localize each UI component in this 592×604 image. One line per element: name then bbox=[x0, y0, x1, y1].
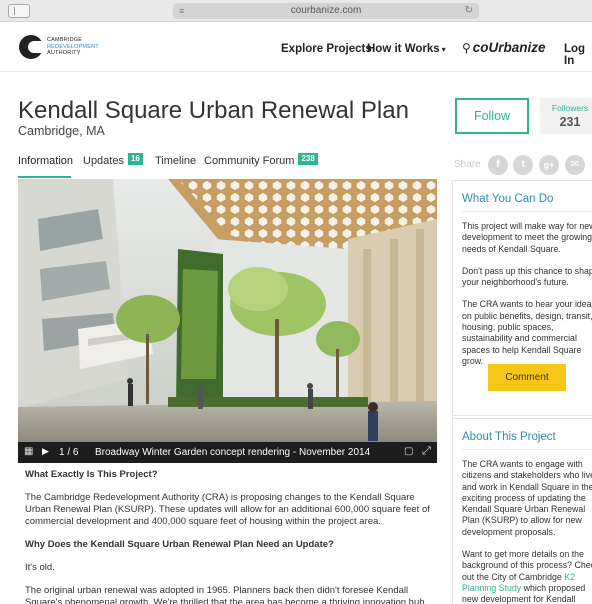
nav-explore-projects[interactable]: Explore Projects bbox=[281, 43, 372, 55]
forum-count-badge: 238 bbox=[298, 153, 318, 165]
google-plus-icon[interactable]: g+ bbox=[539, 155, 559, 175]
url-text: courbanize.com bbox=[290, 5, 362, 16]
fullscreen-icon[interactable]: ⤢ bbox=[422, 445, 431, 458]
paragraph: The original urban renewal was adopted i… bbox=[25, 585, 428, 604]
paragraph: It's old. bbox=[25, 562, 55, 573]
question-heading: What Exactly Is This Project? bbox=[25, 469, 158, 480]
card-body: The CRA wants to engage with citizens an… bbox=[462, 459, 592, 604]
chevron-down-icon: ▾ bbox=[441, 45, 446, 54]
card-title: About This Project bbox=[462, 431, 556, 443]
cra-logo-mark-icon bbox=[19, 35, 43, 59]
about-project-card: About This Project The CRA wants to enga… bbox=[452, 418, 592, 604]
paragraph: The Cambridge Redevelopment Authority (C… bbox=[25, 492, 430, 527]
email-icon[interactable]: ✉ bbox=[565, 155, 585, 175]
courbanize-logo[interactable]: ⚲ coUrbanize bbox=[462, 40, 546, 55]
nav-how-it-works[interactable]: How it Works ▾ bbox=[367, 43, 446, 55]
divider bbox=[462, 211, 592, 212]
hamburger-icon: ≡ bbox=[179, 6, 185, 16]
project-tabs: Information Updates 16 Timeline Community… bbox=[18, 152, 438, 178]
gallery-position: 1 / 6 bbox=[59, 447, 79, 458]
facebook-icon[interactable]: f bbox=[488, 155, 508, 175]
gallery-image[interactable] bbox=[18, 179, 437, 442]
tab-updates[interactable]: Updates 16 bbox=[83, 152, 143, 178]
twitter-icon[interactable]: t bbox=[513, 155, 533, 175]
gallery-caption-bar: ▦ ▶ 1 / 6 Broadway Winter Garden concept… bbox=[18, 442, 437, 463]
share-bar: Share f t g+ ✉ bbox=[454, 155, 592, 175]
updates-count-badge: 16 bbox=[127, 153, 143, 165]
card-body: This project will make way for new devel… bbox=[462, 221, 592, 366]
grid-view-icon[interactable]: ▦ bbox=[24, 446, 33, 457]
divider bbox=[462, 449, 592, 450]
location-pin-icon: ⚲ bbox=[462, 41, 471, 55]
project-description: What Exactly Is This Project? The Cambri… bbox=[25, 469, 435, 604]
winter-garden-rendering bbox=[18, 179, 437, 442]
window-icon[interactable]: ▢ bbox=[404, 446, 413, 457]
reload-icon[interactable]: ↻ bbox=[465, 3, 473, 19]
card-title: What You Can Do bbox=[462, 193, 554, 205]
project-location: Cambridge, MA bbox=[18, 124, 105, 138]
sidebar-toggle-button[interactable] bbox=[8, 4, 30, 18]
follow-button[interactable]: Follow bbox=[455, 98, 529, 134]
what-you-can-do-card: What You Can Do This project will make w… bbox=[452, 180, 592, 416]
followers-count-box: Followers 231 bbox=[540, 98, 592, 134]
login-link[interactable]: Log In bbox=[564, 43, 592, 67]
address-bar[interactable]: ≡ courbanize.com ↻ bbox=[173, 3, 479, 19]
tab-timeline[interactable]: Timeline bbox=[155, 152, 196, 178]
followers-count: 231 bbox=[559, 115, 581, 129]
followers-label: Followers bbox=[551, 103, 589, 113]
site-header: CAMBRIDGE REDEVELOPMENT AUTHORITY Explor… bbox=[0, 22, 592, 72]
question-heading: Why Does the Kendall Square Urban Renewa… bbox=[25, 539, 334, 550]
share-label: Share bbox=[454, 159, 481, 170]
comment-button[interactable]: Comment bbox=[488, 364, 566, 391]
cra-logo[interactable]: CAMBRIDGE REDEVELOPMENT AUTHORITY bbox=[19, 35, 149, 59]
tab-community-forum[interactable]: Community Forum 238 bbox=[204, 152, 318, 178]
gallery-caption: Broadway Winter Garden concept rendering… bbox=[95, 447, 371, 458]
play-icon[interactable]: ▶ bbox=[42, 446, 49, 457]
tab-information[interactable]: Information bbox=[18, 152, 73, 178]
page-title: Kendall Square Urban Renewal Plan bbox=[18, 97, 409, 124]
browser-toolbar: ≡ courbanize.com ↻ bbox=[0, 0, 592, 22]
cra-logo-text: CAMBRIDGE REDEVELOPMENT AUTHORITY bbox=[47, 37, 99, 56]
